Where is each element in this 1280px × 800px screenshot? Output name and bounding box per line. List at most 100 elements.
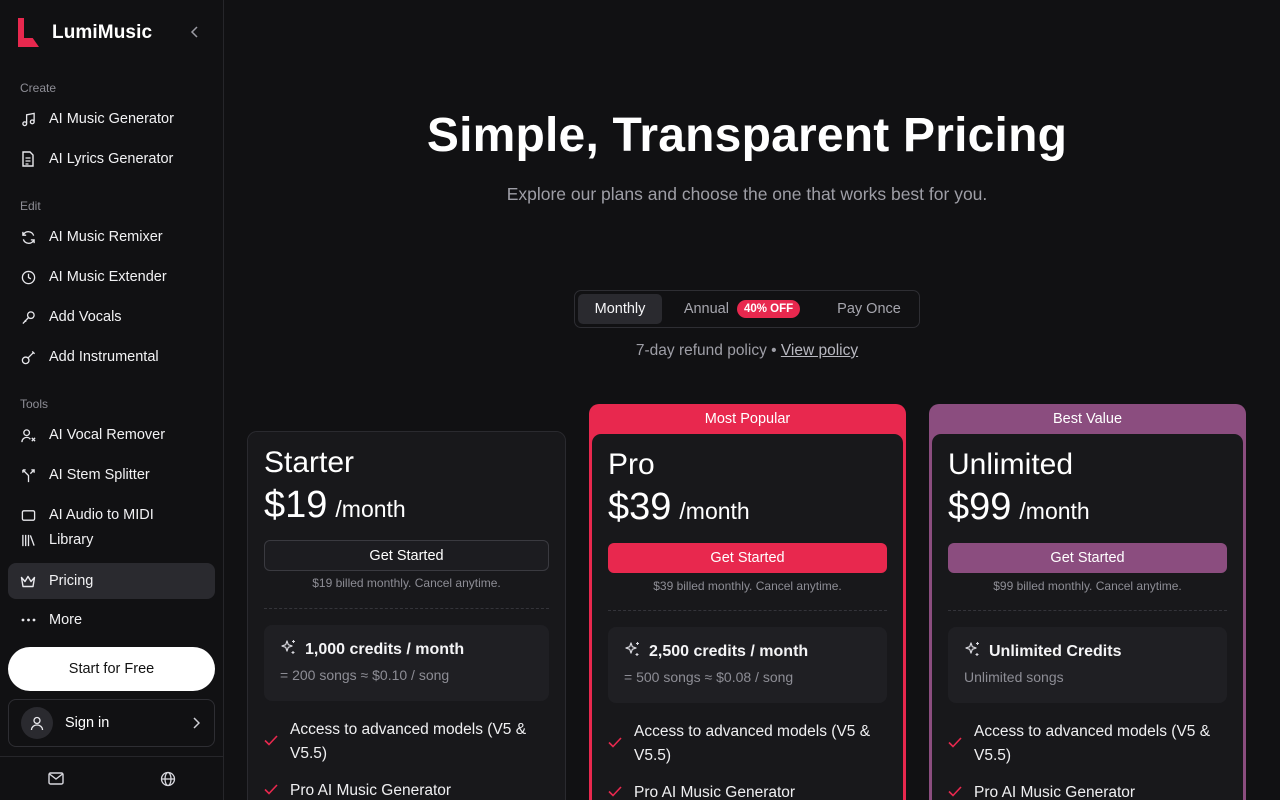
sidebar-item-ai-music-generator[interactable]: AI Music Generator xyxy=(8,101,215,137)
sidebar-item-label: Pricing xyxy=(49,573,94,589)
credits-box: 1,000 credits / month = 200 songs ≈ $0.1… xyxy=(264,625,549,701)
sidebar-item-label: AI Stem Splitter xyxy=(49,467,150,483)
plan-card-pro: Most Popular Pro $39 /month Get Started … xyxy=(589,404,906,800)
feature-text: Access to advanced models (V5 & V5.5) xyxy=(634,723,871,764)
credits-detail: = 500 songs ≈ $0.08 / song xyxy=(624,669,794,685)
sidebar: LumiMusic Create AI Music Generator AI L… xyxy=(0,0,224,800)
get-started-button[interactable]: Get Started xyxy=(948,543,1227,573)
plan-price-period: /month xyxy=(679,498,750,524)
check-icon xyxy=(608,720,624,768)
plan-price: $99 /month xyxy=(948,486,1090,529)
library-icon xyxy=(20,532,36,548)
sign-in-button[interactable]: Sign in xyxy=(8,699,215,747)
page-title: Simple, Transparent Pricing xyxy=(426,109,1068,162)
credits-box: Unlimited Credits Unlimited songs xyxy=(948,627,1227,703)
page-subtitle: Explore our plans and choose the one tha… xyxy=(506,184,988,204)
feature-item: Access to advanced models (V5 & V5.5) xyxy=(608,720,887,768)
sidebar-item-ai-lyrics-generator[interactable]: AI Lyrics Generator xyxy=(8,141,215,177)
sidebar-item-pricing[interactable]: Pricing xyxy=(8,563,215,599)
feature-item: Pro AI Music Generator xyxy=(264,779,549,800)
sparkles-icon xyxy=(964,641,981,663)
billing-option-label: Annual xyxy=(683,301,729,317)
refund-policy: 7-day refund policy • View policy xyxy=(224,342,1270,360)
brand-name: LumiMusic xyxy=(52,21,153,43)
microphone-icon xyxy=(20,309,36,325)
user-remove-icon xyxy=(20,427,36,443)
mail-icon[interactable] xyxy=(0,757,112,800)
sidebar-item-more[interactable]: More xyxy=(8,602,215,638)
billing-note: $19 billed monthly. Cancel anytime. xyxy=(312,576,501,590)
section-label-create: Create xyxy=(20,81,57,95)
start-for-free-button[interactable]: Start for Free xyxy=(8,647,215,691)
music-note-icon xyxy=(20,111,36,127)
sidebar-item-ai-music-remixer[interactable]: AI Music Remixer xyxy=(8,219,215,255)
billing-option-annual[interactable]: Annual 40% OFF xyxy=(662,294,822,324)
plan-card-starter: Starter $19 /month Get Started $19 bille… xyxy=(247,431,566,800)
sign-in-label: Sign in xyxy=(65,715,110,731)
sidebar-item-label: AI Music Generator xyxy=(49,111,174,127)
billing-option-pay-once[interactable]: Pay Once xyxy=(822,294,916,324)
feature-item: Pro AI Music Generator xyxy=(608,781,887,800)
credits-box: 2,500 credits / month = 500 songs ≈ $0.0… xyxy=(608,627,887,703)
plan-card-body: Starter $19 /month Get Started $19 bille… xyxy=(248,432,565,800)
feature-item: Access to advanced models (V5 & V5.5) xyxy=(264,718,549,766)
billing-note: $39 billed monthly. Cancel anytime. xyxy=(653,579,842,593)
midi-icon xyxy=(20,507,36,523)
plan-price-period: /month xyxy=(1019,498,1090,524)
billing-option-monthly[interactable]: Monthly xyxy=(578,294,662,324)
check-icon xyxy=(264,718,280,766)
sidebar-item-add-instrumental[interactable]: Add Instrumental xyxy=(8,339,215,375)
view-policy-link[interactable]: View policy xyxy=(781,342,858,359)
sidebar-item-library[interactable]: Library xyxy=(8,522,215,558)
brand[interactable]: LumiMusic xyxy=(18,18,152,47)
sidebar-item-label: More xyxy=(49,612,83,628)
sidebar-item-ai-music-extender[interactable]: AI Music Extender xyxy=(8,259,215,295)
plan-price: $39 /month xyxy=(608,486,750,529)
sidebar-item-ai-audio-to-midi[interactable]: AI Audio to MIDI xyxy=(8,505,215,523)
plan-card-body: Unlimited $99 /month Get Started $99 bil… xyxy=(932,434,1243,800)
sidebar-item-label: Library xyxy=(49,532,94,548)
plan-name: Pro xyxy=(608,448,655,481)
sidebar-item-label: AI Vocal Remover xyxy=(49,427,166,443)
split-icon xyxy=(20,467,36,483)
sidebar-item-label: AI Lyrics Generator xyxy=(49,151,174,167)
brand-logo-icon xyxy=(18,18,39,47)
document-icon xyxy=(20,151,36,167)
clock-icon xyxy=(20,269,36,285)
plan-card-body: Pro $39 /month Get Started $39 billed mo… xyxy=(592,434,903,800)
billing-note: $99 billed monthly. Cancel anytime. xyxy=(993,579,1182,593)
sidebar-item-ai-vocal-remover[interactable]: AI Vocal Remover xyxy=(8,417,215,453)
refund-policy-text: 7-day refund policy • xyxy=(635,342,777,359)
credits-amount: Unlimited Credits xyxy=(989,643,1122,660)
section-label-tools: Tools xyxy=(20,397,49,411)
billing-period-toggle: Monthly Annual 40% OFF Pay Once xyxy=(574,290,920,328)
plan-price-amount: $39 xyxy=(608,486,672,528)
sidebar-item-add-vocals[interactable]: Add Vocals xyxy=(8,299,215,335)
get-started-button[interactable]: Get Started xyxy=(264,540,549,571)
feature-text: Pro AI Music Generator xyxy=(634,784,796,800)
check-icon xyxy=(608,781,624,800)
feature-item: Pro AI Music Generator xyxy=(948,781,1227,800)
feature-text: Pro AI Music Generator xyxy=(290,782,452,799)
guitar-icon xyxy=(20,349,36,365)
more-icon xyxy=(20,612,36,628)
feature-text: Access to advanced models (V5 & V5.5) xyxy=(290,721,527,762)
plan-price-amount: $99 xyxy=(948,486,1012,528)
refresh-icon xyxy=(20,229,36,245)
sidebar-footer xyxy=(0,756,224,800)
sidebar-item-label: Add Vocals xyxy=(49,309,122,325)
sidebar-item-label: AI Music Remixer xyxy=(49,229,163,245)
billing-option-label: Monthly xyxy=(594,301,646,317)
sidebar-item-ai-stem-splitter[interactable]: AI Stem Splitter xyxy=(8,457,215,493)
plan-card-unlimited: Best Value Unlimited $99 /month Get Star… xyxy=(929,404,1246,800)
check-icon xyxy=(948,781,964,800)
discount-badge: 40% OFF xyxy=(736,300,801,318)
plan-price-amount: $19 xyxy=(264,484,328,526)
crown-icon xyxy=(20,573,36,589)
chevron-right-icon xyxy=(192,717,200,729)
credits-detail: = 200 songs ≈ $0.10 / song xyxy=(280,667,450,683)
collapse-sidebar-chevron-left-icon[interactable] xyxy=(186,22,204,42)
globe-icon[interactable] xyxy=(112,757,224,800)
plan-price-period: /month xyxy=(335,496,406,522)
get-started-button[interactable]: Get Started xyxy=(608,543,887,573)
